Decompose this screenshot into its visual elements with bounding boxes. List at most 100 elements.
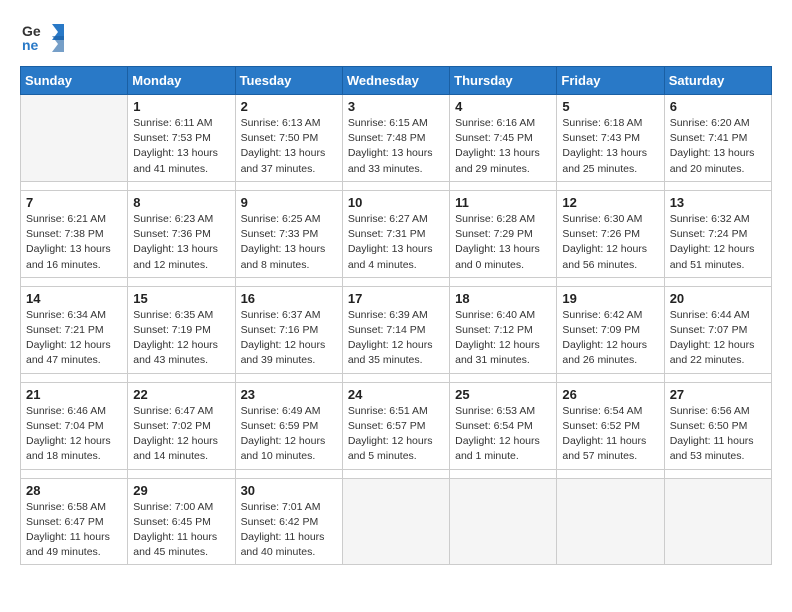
separator-cell — [21, 277, 128, 286]
week-separator — [21, 181, 772, 190]
day-info: Sunrise: 6:58 AMSunset: 6:47 PMDaylight:… — [26, 500, 122, 561]
calendar-cell: 1Sunrise: 6:11 AMSunset: 7:53 PMDaylight… — [128, 95, 235, 182]
separator-cell — [557, 373, 664, 382]
day-number: 13 — [670, 195, 766, 210]
calendar-cell: 29 Sunrise: 7:00 AMSunset: 6:45 PMDayligh… — [128, 478, 235, 565]
page-header: Ge ne — [20, 20, 772, 56]
calendar-cell: 15 Sunrise: 6:35 AMSunset: 7:19 PMDayligh… — [128, 286, 235, 373]
day-info: Sunrise: 6:49 AMSunset: 6:59 PMDaylight:… — [241, 404, 337, 465]
separator-cell — [128, 373, 235, 382]
day-number: 11 — [455, 195, 551, 210]
day-number: 17 — [348, 291, 444, 306]
calendar-cell — [664, 478, 771, 565]
calendar-header-row: SundayMondayTuesdayWednesdayThursdayFrid… — [21, 67, 772, 95]
day-info: Sunrise: 6:44 AMSunset: 7:07 PMDaylight:… — [670, 308, 766, 369]
day-number: 2 — [241, 99, 337, 114]
separator-cell — [21, 181, 128, 190]
separator-cell — [557, 469, 664, 478]
day-number: 25 — [455, 387, 551, 402]
day-number: 8 — [133, 195, 229, 210]
calendar-cell: 30Sunrise: 7:01 AMSunset: 6:42 PMDayligh… — [235, 478, 342, 565]
day-info: Sunrise: 6:56 AMSunset: 6:50 PMDaylight:… — [670, 404, 766, 465]
calendar-cell: 13Sunrise: 6:32 AMSunset: 7:24 PMDayligh… — [664, 190, 771, 277]
day-info: Sunrise: 6:23 AMSunset: 7:36 PMDaylight:… — [133, 212, 229, 273]
calendar-cell — [450, 478, 557, 565]
day-number: 9 — [241, 195, 337, 210]
day-number: 4 — [455, 99, 551, 114]
calendar-week-row: 21Sunrise: 6:46 AMSunset: 7:04 PMDayligh… — [21, 382, 772, 469]
day-number: 29 — [133, 483, 229, 498]
day-info: Sunrise: 6:42 AMSunset: 7:09 PMDaylight:… — [562, 308, 658, 369]
day-info: Sunrise: 6:13 AMSunset: 7:50 PMDaylight:… — [241, 116, 337, 177]
day-info: Sunrise: 6:54 AMSunset: 6:52 PMDaylight:… — [562, 404, 658, 465]
calendar-cell: 3 Sunrise: 6:15 AMSunset: 7:48 PMDaylight… — [342, 95, 449, 182]
calendar-table: SundayMondayTuesdayWednesdayThursdayFrid… — [20, 66, 772, 565]
col-header-tuesday: Tuesday — [235, 67, 342, 95]
calendar-cell: 10Sunrise: 6:27 AMSunset: 7:31 PMDayligh… — [342, 190, 449, 277]
calendar-cell: 21Sunrise: 6:46 AMSunset: 7:04 PMDayligh… — [21, 382, 128, 469]
day-info: Sunrise: 6:35 AMSunset: 7:19 PMDaylight:… — [133, 308, 229, 369]
day-number: 21 — [26, 387, 122, 402]
calendar-cell — [342, 478, 449, 565]
separator-cell — [342, 373, 449, 382]
day-info: Sunrise: 7:00 AMSunset: 6:45 PMDaylight:… — [133, 500, 229, 561]
separator-cell — [235, 181, 342, 190]
calendar-cell: 12Sunrise: 6:30 AMSunset: 7:26 PMDayligh… — [557, 190, 664, 277]
separator-cell — [128, 469, 235, 478]
week-separator — [21, 469, 772, 478]
separator-cell — [450, 469, 557, 478]
col-header-sunday: Sunday — [21, 67, 128, 95]
calendar-cell: 18Sunrise: 6:40 AMSunset: 7:12 PMDayligh… — [450, 286, 557, 373]
day-info: Sunrise: 6:15 AMSunset: 7:48 PMDaylight:… — [348, 116, 444, 177]
day-info: Sunrise: 7:01 AMSunset: 6:42 PMDaylight:… — [241, 500, 337, 561]
day-info: Sunrise: 6:11 AMSunset: 7:53 PMDaylight:… — [133, 116, 229, 177]
separator-cell — [235, 373, 342, 382]
separator-cell — [21, 469, 128, 478]
col-header-thursday: Thursday — [450, 67, 557, 95]
calendar-cell: 27 Sunrise: 6:56 AMSunset: 6:50 PMDayligh… — [664, 382, 771, 469]
separator-cell — [664, 373, 771, 382]
calendar-cell: 2 Sunrise: 6:13 AMSunset: 7:50 PMDaylight… — [235, 95, 342, 182]
day-info: Sunrise: 6:53 AMSunset: 6:54 PMDaylight:… — [455, 404, 551, 465]
day-number: 3 — [348, 99, 444, 114]
calendar-cell: 17Sunrise: 6:39 AMSunset: 7:14 PMDayligh… — [342, 286, 449, 373]
calendar-week-row: 14 Sunrise: 6:34 AMSunset: 7:21 PMDayligh… — [21, 286, 772, 373]
day-number: 16 — [241, 291, 337, 306]
day-info: Sunrise: 6:25 AMSunset: 7:33 PMDaylight:… — [241, 212, 337, 273]
day-info: Sunrise: 6:51 AMSunset: 6:57 PMDaylight:… — [348, 404, 444, 465]
day-number: 18 — [455, 291, 551, 306]
day-info: Sunrise: 6:18 AMSunset: 7:43 PMDaylight:… — [562, 116, 658, 177]
calendar-cell: 19Sunrise: 6:42 AMSunset: 7:09 PMDayligh… — [557, 286, 664, 373]
day-number: 23 — [241, 387, 337, 402]
day-number: 24 — [348, 387, 444, 402]
day-number: 22 — [133, 387, 229, 402]
separator-cell — [128, 277, 235, 286]
day-number: 20 — [670, 291, 766, 306]
day-number: 27 — [670, 387, 766, 402]
day-info: Sunrise: 6:47 AMSunset: 7:02 PMDaylight:… — [133, 404, 229, 465]
calendar-cell: 9 Sunrise: 6:25 AMSunset: 7:33 PMDaylight… — [235, 190, 342, 277]
day-number: 15 — [133, 291, 229, 306]
calendar-cell: 16Sunrise: 6:37 AMSunset: 7:16 PMDayligh… — [235, 286, 342, 373]
separator-cell — [342, 469, 449, 478]
day-info: Sunrise: 6:34 AMSunset: 7:21 PMDaylight:… — [26, 308, 122, 369]
calendar-cell: 11Sunrise: 6:28 AMSunset: 7:29 PMDayligh… — [450, 190, 557, 277]
day-number: 26 — [562, 387, 658, 402]
day-number: 5 — [562, 99, 658, 114]
separator-cell — [664, 277, 771, 286]
calendar-cell — [557, 478, 664, 565]
calendar-cell: 22 Sunrise: 6:47 AMSunset: 7:02 PMDayligh… — [128, 382, 235, 469]
separator-cell — [557, 181, 664, 190]
calendar-cell: 28 Sunrise: 6:58 AMSunset: 6:47 PMDayligh… — [21, 478, 128, 565]
separator-cell — [664, 469, 771, 478]
separator-cell — [664, 181, 771, 190]
day-number: 28 — [26, 483, 122, 498]
col-header-saturday: Saturday — [664, 67, 771, 95]
col-header-wednesday: Wednesday — [342, 67, 449, 95]
calendar-cell: 5 Sunrise: 6:18 AMSunset: 7:43 PMDaylight… — [557, 95, 664, 182]
separator-cell — [450, 181, 557, 190]
calendar-cell — [21, 95, 128, 182]
day-number: 14 — [26, 291, 122, 306]
separator-cell — [450, 277, 557, 286]
calendar-cell: 20 Sunrise: 6:44 AMSunset: 7:07 PMDayligh… — [664, 286, 771, 373]
